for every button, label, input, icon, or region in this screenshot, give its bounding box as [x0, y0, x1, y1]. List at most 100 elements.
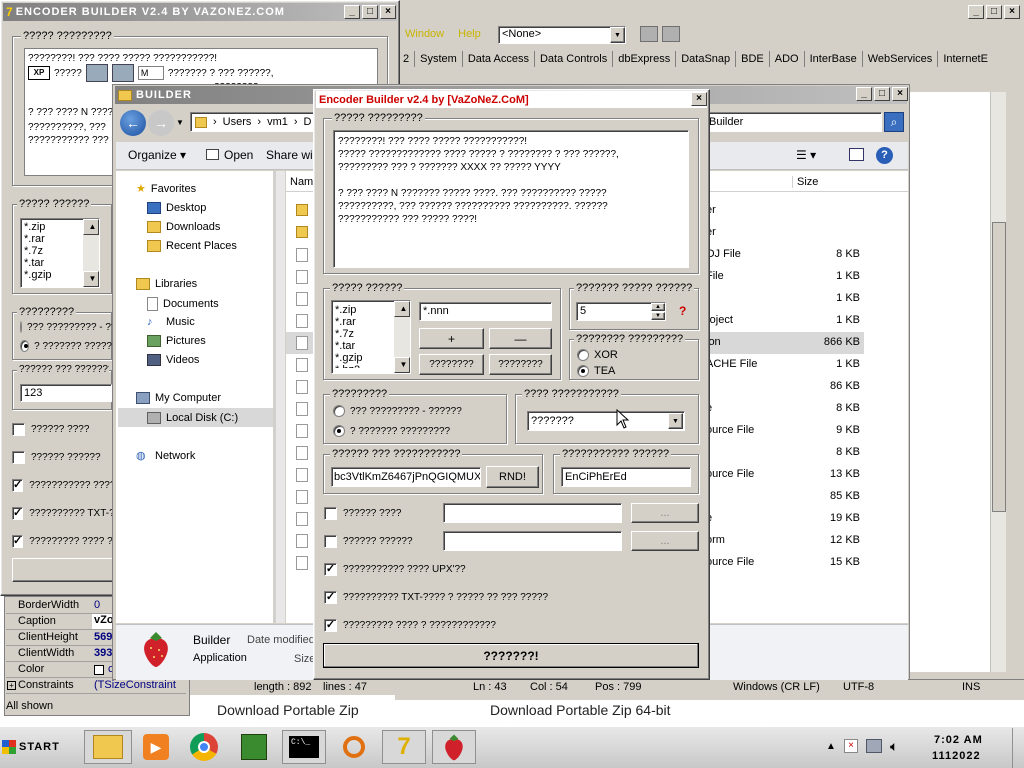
designer-key-input[interactable]: 123 — [20, 384, 112, 402]
tab-data-access[interactable]: Data Access — [463, 51, 535, 67]
column-name[interactable]: Nam — [290, 176, 313, 188]
media-player-taskbar-icon[interactable]: ▶ — [134, 730, 178, 764]
tray-flag-icon[interactable]: × — [844, 739, 858, 753]
build-button[interactable]: ???????! — [323, 643, 699, 668]
designer-radio-2[interactable]: ? ??????? ????? — [20, 340, 112, 352]
image-component-icon[interactable] — [85, 64, 108, 82]
open-icon[interactable] — [206, 149, 219, 160]
nav-music[interactable]: ♪ Music — [147, 316, 195, 328]
organize-button[interactable]: Organize ▾ — [128, 148, 186, 162]
key-input[interactable]: bc3VtlKmZ6467jPnQGIQMUXE — [331, 467, 481, 487]
designer-ext-list[interactable]: *.zip *.rar *.7z *.tar *.gzip ▲ ▼ — [20, 218, 100, 288]
menu-help[interactable]: Help — [458, 28, 481, 40]
designer-radio-1[interactable]: ??? ????????? - ?? — [20, 321, 112, 333]
search-input[interactable]: Builder — [706, 112, 882, 132]
show-desktop-button[interactable] — [1012, 728, 1024, 768]
breadcrumb-item[interactable]: vm1 — [267, 116, 288, 128]
scroll-thumb[interactable] — [992, 222, 1006, 512]
open-button[interactable]: Open — [224, 148, 253, 162]
icon-checkbox[interactable]: ?????? ???? — [324, 507, 401, 520]
nav-scrollbar[interactable] — [275, 171, 285, 623]
tool-icon[interactable] — [662, 26, 680, 42]
designer-check-4[interactable]: ✓?????????? TXT-? — [12, 507, 112, 520]
chrome-taskbar-icon[interactable] — [182, 730, 226, 764]
clock-time[interactable]: 7:02 AM — [934, 734, 983, 746]
scrollbar[interactable]: ▲ ▼ — [83, 219, 99, 287]
nav-videos[interactable]: Videos — [147, 354, 199, 366]
designer-build-button[interactable] — [12, 558, 114, 582]
tray-expand-icon[interactable]: ▲ — [826, 741, 836, 752]
tab-dbexpress[interactable]: dbExpress — [613, 51, 677, 67]
extensions-list[interactable]: *.zip *.rar *.7z *.tar *.gzip *.bz2 ▲▼ — [331, 300, 411, 374]
extension-button-a[interactable]: ???????? — [419, 354, 484, 375]
chevron-down-icon[interactable]: ▼ — [668, 413, 683, 429]
count-spinner[interactable]: 5 ▲ ▼ — [576, 302, 666, 321]
download-portable-zip-64[interactable]: Download Portable Zip 64-bit — [490, 702, 671, 718]
clock-date[interactable]: 1112022 — [932, 750, 981, 762]
expand-icon[interactable]: + — [7, 681, 16, 690]
add-extension-button[interactable]: + — [419, 328, 484, 349]
name-input[interactable]: EnCiPhErEd — [561, 467, 691, 487]
tab-datasnap[interactable]: DataSnap — [676, 51, 737, 67]
ide-maximize-button[interactable]: □ — [986, 5, 1002, 19]
view-options-icon[interactable]: ☰ ▾ — [796, 148, 816, 162]
message-memo[interactable]: ????????! ??? ???? ????? ???????????! ??… — [333, 130, 689, 268]
mode-combo[interactable]: ??????? ▼ — [527, 411, 685, 431]
close-icon[interactable]: × — [380, 5, 396, 19]
tab-webservices[interactable]: WebServices — [863, 51, 939, 67]
tab-interbase[interactable]: InterBase — [805, 51, 863, 67]
icon-browse-button[interactable]: ... — [631, 503, 699, 523]
designer-edit-m[interactable]: M — [137, 66, 164, 80]
nav-documents[interactable]: Documents — [147, 297, 219, 311]
scroll-down-icon[interactable]: ▼ — [394, 357, 410, 373]
algo-xor-radio[interactable]: XOR — [577, 349, 618, 361]
nav-network[interactable]: ◍ Network — [136, 449, 195, 463]
preview-pane-icon[interactable] — [849, 148, 864, 161]
maximize-icon[interactable]: □ — [362, 5, 378, 19]
breadcrumb-item[interactable]: Users — [223, 116, 252, 128]
tab-internete[interactable]: InternetE — [938, 51, 988, 67]
breadcrumb-item[interactable]: D — [304, 116, 312, 128]
icon2-path-input[interactable] — [443, 531, 622, 551]
encoder-close-button[interactable]: × — [691, 92, 707, 106]
search-taskbar-icon[interactable] — [332, 730, 376, 764]
ide-editor-scrollbar[interactable] — [990, 92, 1006, 672]
component-combo[interactable]: <None> ▼ — [498, 26, 626, 44]
explorer-taskbar-icon[interactable] — [84, 730, 132, 764]
minimize-icon[interactable]: _ — [856, 87, 872, 101]
history-dropdown-icon[interactable]: ▼ — [176, 118, 184, 127]
chevron-down-icon[interactable]: ▼ — [610, 27, 625, 43]
close-icon[interactable]: × — [892, 87, 908, 101]
nav-favorites[interactable]: ★ Favorites — [136, 182, 196, 196]
menu-window[interactable]: Window — [405, 28, 444, 40]
download-portable-zip[interactable]: Download Portable Zip — [217, 702, 359, 718]
back-icon[interactable]: ← — [120, 110, 146, 136]
console-taskbar-icon[interactable]: C:\_ — [282, 730, 326, 764]
maximize-icon[interactable]: □ — [874, 87, 890, 101]
nav-libraries[interactable]: Libraries — [136, 278, 197, 290]
nav-computer[interactable]: My Computer — [136, 392, 221, 404]
delphi-taskbar-icon[interactable]: 7 — [382, 730, 426, 764]
ide-minimize-button[interactable]: _ — [968, 5, 984, 19]
editor-taskbar-icon[interactable] — [232, 730, 276, 764]
help-icon[interactable]: ? — [876, 147, 893, 164]
tab-system[interactable]: System — [415, 51, 463, 67]
spin-down-icon[interactable]: ▼ — [651, 312, 665, 320]
nav-recent[interactable]: Recent Places — [147, 240, 237, 252]
help-mark-icon[interactable]: ? — [679, 304, 686, 318]
icon-path-input[interactable] — [443, 503, 622, 523]
designer-check-3[interactable]: ✓??????????? ???? U — [12, 479, 112, 492]
designer-check-5[interactable]: ✓????????? ???? ? — [12, 535, 112, 548]
spin-up-icon[interactable]: ▲ — [651, 303, 665, 311]
inspector-row[interactable]: + Constraints (TSizeConstraint — [6, 678, 186, 694]
tab-ado[interactable]: ADO — [770, 51, 805, 67]
nav-local-disk[interactable]: Local Disk (C:) — [118, 408, 273, 427]
txt-checkbox[interactable]: ✓?????????? TXT-???? ? ????? ?? ??? ????… — [324, 591, 548, 604]
icon2-checkbox[interactable]: ?????? ?????? — [324, 535, 413, 548]
breadcrumb[interactable]: › Users › vm1 › D — [190, 112, 318, 132]
algo-tea-radio[interactable]: TEA — [577, 365, 615, 377]
minimize-icon[interactable]: _ — [344, 5, 360, 19]
scrollbar[interactable]: ▲ ▼ — [394, 301, 410, 373]
image-component-icon[interactable] — [111, 64, 134, 82]
forward-icon[interactable]: → — [148, 110, 174, 136]
